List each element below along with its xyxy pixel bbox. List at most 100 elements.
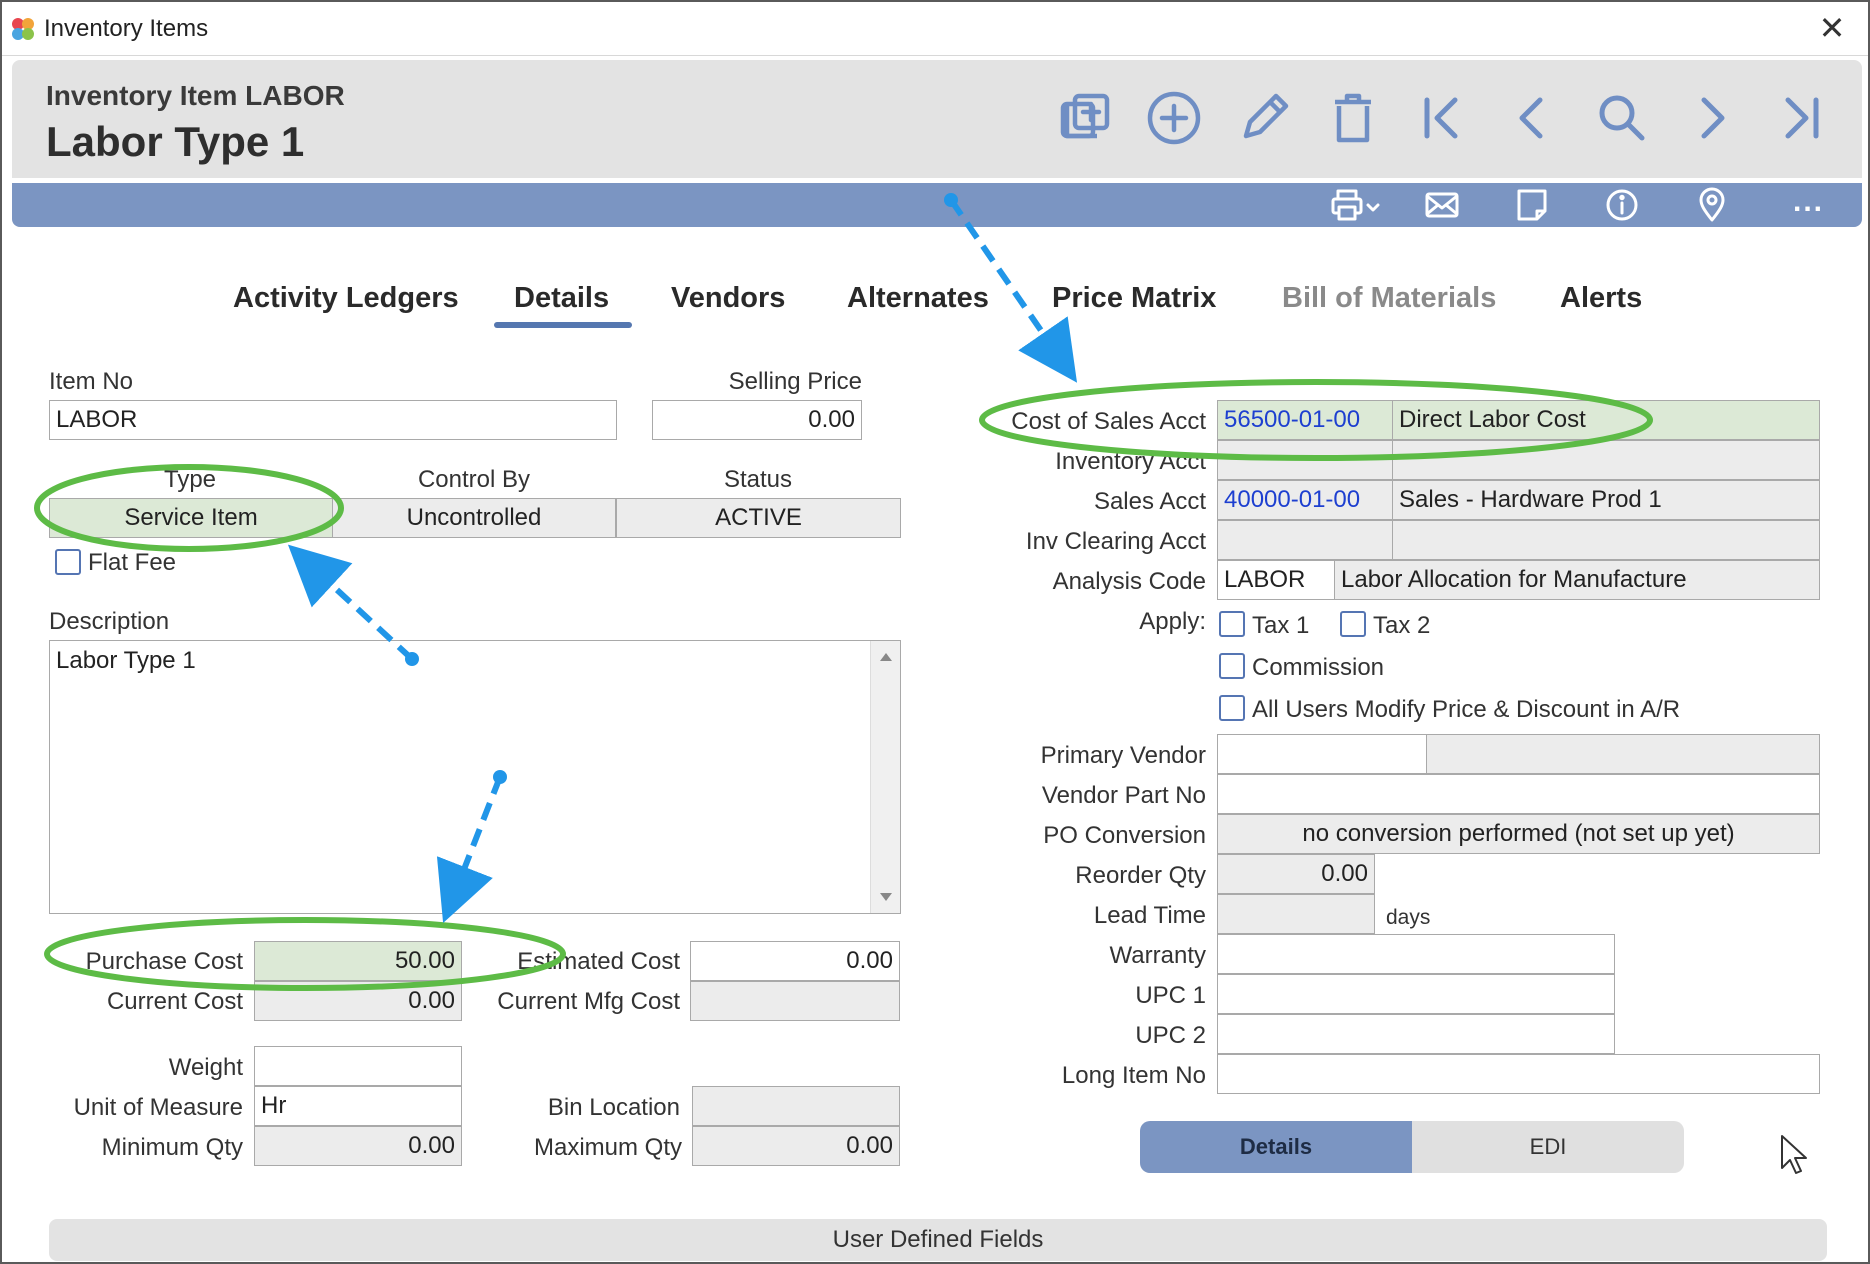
cost-of-sales-label: Cost of Sales Acct — [1011, 408, 1206, 435]
tab-alternates[interactable]: Alternates — [847, 282, 989, 315]
first-record-icon[interactable] — [1413, 88, 1473, 148]
tax-2-checkbox[interactable] — [1340, 611, 1366, 637]
active-tab-indicator — [494, 322, 632, 328]
upc-2-field[interactable] — [1217, 1014, 1615, 1054]
unit-of-measure-label: Unit of Measure — [73, 1094, 243, 1121]
current-cost-field: 0.00 — [254, 981, 462, 1021]
warranty-label: Warranty — [1109, 942, 1206, 969]
analysis-code-label: Analysis Code — [1052, 568, 1206, 595]
record-header: Inventory Item LABOR Labor Type 1 — [12, 60, 1862, 178]
control-by-select[interactable]: Uncontrolled — [332, 498, 616, 538]
current-cost-label: Current Cost — [106, 988, 243, 1015]
bin-location-field[interactable] — [692, 1086, 900, 1126]
email-icon[interactable] — [1424, 187, 1464, 223]
tab-details[interactable]: Details — [514, 282, 609, 315]
scroll-down-icon[interactable] — [880, 893, 892, 901]
type-select[interactable]: Service Item — [49, 498, 333, 538]
item-no-label: Item No — [49, 368, 134, 395]
edi-subtab[interactable]: EDI — [1412, 1121, 1684, 1173]
delete-icon[interactable] — [1323, 88, 1383, 148]
minimum-qty-label: Minimum Qty — [101, 1134, 243, 1161]
selling-price-field[interactable]: 0.00 — [652, 400, 862, 440]
app-logo-icon — [12, 18, 34, 40]
flat-fee-checkbox[interactable] — [55, 549, 81, 575]
maximum-qty-label: Maximum Qty — [533, 1134, 682, 1161]
description-textarea[interactable]: Labor Type 1 — [49, 640, 901, 914]
copy-add-icon[interactable] — [1055, 88, 1115, 148]
reorder-qty-field[interactable]: 0.00 — [1217, 854, 1375, 894]
more-options-button[interactable]: ... — [1793, 185, 1824, 219]
maximum-qty-field[interactable]: 0.00 — [692, 1126, 900, 1166]
purchase-cost-field[interactable]: 50.00 — [254, 941, 462, 981]
search-icon[interactable] — [1592, 88, 1652, 148]
next-record-icon[interactable] — [1682, 88, 1742, 148]
vendor-part-no-field[interactable] — [1217, 774, 1820, 814]
current-mfg-cost-field — [690, 981, 900, 1021]
inventory-acct-field[interactable] — [1217, 440, 1393, 480]
tab-bill-of-materials[interactable]: Bill of Materials — [1282, 282, 1496, 315]
reorder-qty-label: Reorder Qty — [1075, 862, 1206, 889]
print-icon[interactable] — [1330, 187, 1386, 223]
commission-label: Commission — [1252, 654, 1385, 681]
vendor-part-no-label: Vendor Part No — [1041, 782, 1206, 809]
tax-1-label: Tax 1 — [1252, 612, 1310, 639]
analysis-code-field[interactable]: LABOR — [1217, 560, 1335, 600]
title-bar: Inventory Items ✕ — [2, 2, 1868, 56]
info-icon[interactable] — [1604, 187, 1644, 223]
tab-price-matrix[interactable]: Price Matrix — [1052, 282, 1216, 315]
primary-vendor-label: Primary Vendor — [1040, 742, 1206, 769]
description-scrollbar[interactable] — [870, 641, 900, 913]
primary-vendor-field[interactable] — [1217, 734, 1427, 774]
all-users-modify-checkbox[interactable] — [1219, 695, 1245, 721]
last-record-icon[interactable] — [1770, 88, 1830, 148]
inventory-acct-desc-field — [1392, 440, 1820, 480]
weight-field[interactable] — [254, 1046, 462, 1086]
status-select[interactable]: ACTIVE — [616, 498, 901, 538]
scroll-up-icon[interactable] — [880, 653, 892, 661]
status-label: Status — [723, 466, 793, 493]
current-mfg-cost-label: Current Mfg Cost — [497, 988, 680, 1015]
lead-time-label: Lead Time — [1093, 902, 1206, 929]
previous-record-icon[interactable] — [1502, 88, 1562, 148]
purchase-cost-label: Purchase Cost — [85, 948, 243, 975]
lead-time-field[interactable] — [1217, 894, 1375, 934]
item-no-field[interactable]: LABOR — [49, 400, 617, 440]
details-subtab[interactable]: Details — [1140, 1121, 1412, 1173]
warranty-field[interactable] — [1217, 934, 1615, 974]
sales-acct-label: Sales Acct — [1093, 488, 1206, 515]
user-defined-fields-button[interactable]: User Defined Fields — [49, 1219, 1827, 1261]
tab-alerts[interactable]: Alerts — [1560, 282, 1642, 315]
sales-acct-field[interactable]: 40000-01-00 — [1217, 480, 1393, 520]
tax-2-label: Tax 2 — [1373, 612, 1431, 639]
description-label: Description — [49, 608, 170, 635]
po-conversion-field[interactable]: no conversion performed (not set up yet) — [1217, 814, 1820, 854]
mouse-cursor-icon — [1781, 1135, 1807, 1174]
commission-checkbox[interactable] — [1219, 653, 1245, 679]
tax-1-checkbox[interactable] — [1219, 611, 1245, 637]
tab-vendors[interactable]: Vendors — [671, 282, 785, 315]
all-users-modify-label: All Users Modify Price & Discount in A/R — [1252, 696, 1681, 723]
edit-icon[interactable] — [1234, 88, 1294, 148]
description-text: Labor Type 1 — [56, 647, 196, 674]
window-title: Inventory Items — [44, 15, 209, 42]
lead-time-unit: days — [1386, 906, 1431, 929]
long-item-no-field[interactable] — [1217, 1054, 1820, 1094]
inv-clearing-acct-label: Inv Clearing Acct — [1025, 528, 1206, 555]
add-icon[interactable] — [1144, 88, 1204, 148]
unit-of-measure-field[interactable]: Hr — [254, 1086, 462, 1126]
bin-location-label: Bin Location — [547, 1094, 680, 1121]
long-item-no-label: Long Item No — [1061, 1062, 1206, 1089]
upc-1-field[interactable] — [1217, 974, 1615, 1014]
tab-activity-ledgers[interactable]: Activity Ledgers — [233, 282, 459, 315]
estimated-cost-label: Estimated Cost — [517, 948, 680, 975]
close-icon[interactable]: ✕ — [1814, 10, 1850, 46]
minimum-qty-field[interactable]: 0.00 — [254, 1126, 462, 1166]
location-icon[interactable] — [1694, 187, 1734, 223]
estimated-cost-field[interactable]: 0.00 — [690, 941, 900, 981]
weight-label: Weight — [168, 1054, 243, 1081]
note-icon[interactable] — [1514, 187, 1554, 223]
cost-of-sales-acct-field[interactable]: 56500-01-00 — [1217, 400, 1393, 440]
selling-price-label: Selling Price — [728, 368, 862, 395]
control-by-label: Control By — [417, 466, 531, 493]
inv-clearing-acct-field[interactable] — [1217, 520, 1393, 560]
